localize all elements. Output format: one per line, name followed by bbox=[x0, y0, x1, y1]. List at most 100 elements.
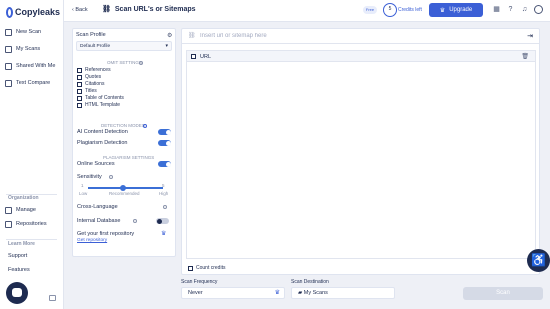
sensitivity-low-label: Low bbox=[79, 191, 88, 196]
help-icon[interactable]: ? bbox=[506, 5, 515, 14]
sidebar-item-label: Text Compare bbox=[16, 80, 51, 86]
scan-frequency-select[interactable]: Never ♛ bbox=[181, 287, 285, 299]
folder-icon bbox=[5, 45, 12, 53]
logo-text: Copyleaks bbox=[14, 7, 60, 17]
info-icon[interactable] bbox=[143, 124, 147, 128]
sidebar-item-label: Manage bbox=[16, 207, 36, 213]
scan-profile-select[interactable]: Default Profile ▾ bbox=[76, 41, 172, 51]
sidebar-item-my-scans[interactable]: My Scans bbox=[5, 44, 40, 54]
scan-destination-select[interactable]: ▰ My Scans bbox=[291, 287, 395, 299]
checkbox[interactable] bbox=[77, 102, 82, 108]
sidebar-item-repositories[interactable]: Repositories bbox=[5, 219, 47, 229]
sidebar-item-manage[interactable]: Manage bbox=[5, 205, 36, 215]
section-learn-more: Learn More bbox=[8, 241, 35, 247]
ai-detection-toggle[interactable] bbox=[158, 129, 171, 135]
import-icon[interactable]: ⇥ bbox=[527, 32, 533, 40]
online-sources-label: Online Sources bbox=[77, 161, 115, 167]
plan-badge: Free bbox=[363, 6, 377, 14]
sidebar-item-label: Features bbox=[8, 267, 30, 273]
crown-icon: ♛ bbox=[274, 290, 280, 296]
gear-icon[interactable]: ⚙ bbox=[167, 32, 172, 39]
info-icon[interactable] bbox=[133, 219, 137, 223]
omit-references-checkbox[interactable]: References bbox=[77, 67, 111, 73]
scan-destination-label: Scan Destination bbox=[291, 279, 329, 285]
sidebar: Copyleaks New Scan My Scans Shared With … bbox=[0, 0, 64, 309]
collapse-sidebar-icon[interactable] bbox=[49, 295, 56, 301]
new-scan-icon bbox=[5, 28, 12, 36]
logo-icon bbox=[6, 6, 13, 18]
credits-label: Credits left bbox=[398, 7, 422, 13]
crown-icon: ♛ bbox=[161, 231, 167, 237]
detection-modes-heading: DETECTION MODES bbox=[101, 123, 145, 128]
header: ‹ Back ⛓ Scan URL's or Sitemaps Free 5 C… bbox=[64, 0, 550, 22]
sidebar-item-features[interactable]: Features bbox=[8, 265, 30, 275]
upgrade-button[interactable]: ♛ Upgrade bbox=[429, 3, 483, 17]
accessibility-icon[interactable]: ♿ bbox=[527, 249, 550, 272]
apps-grid-icon[interactable]: ▦ bbox=[492, 5, 501, 14]
repository-prompt: Get your first repository bbox=[77, 231, 135, 237]
ai-detection-label: AI Content Detection bbox=[77, 129, 128, 135]
omit-titles-checkbox[interactable]: Titles bbox=[77, 88, 97, 94]
sensitivity-high-label: High bbox=[159, 191, 169, 196]
info-icon[interactable] bbox=[109, 175, 113, 179]
sidebar-item-label: Repositories bbox=[16, 221, 47, 227]
checkbox[interactable] bbox=[77, 81, 82, 87]
omit-citations-checkbox[interactable]: Citations bbox=[77, 81, 104, 87]
sidebar-item-label: My Scans bbox=[16, 46, 41, 52]
checkbox[interactable] bbox=[77, 95, 82, 101]
compare-icon bbox=[5, 79, 12, 87]
internal-database-label: Internal Database bbox=[77, 218, 121, 224]
sidebar-item-label: Shared With Me bbox=[16, 63, 56, 69]
url-input[interactable] bbox=[200, 31, 500, 41]
chat-icon[interactable] bbox=[6, 282, 28, 304]
scan-button[interactable]: Scan bbox=[463, 287, 543, 300]
trash-icon[interactable]: 🗑 bbox=[521, 53, 529, 60]
select-all-checkbox[interactable] bbox=[191, 54, 196, 59]
scan-settings-panel: Scan Profile ⚙ Default Profile ▾ OMIT SE… bbox=[72, 28, 176, 257]
url-list-panel: ⛓ ⇥ URL 🗑 Count credits bbox=[181, 28, 540, 275]
omit-settings-heading: OMIT SETTINGS bbox=[107, 60, 142, 65]
manage-icon bbox=[5, 206, 12, 214]
url-table-body bbox=[186, 62, 536, 259]
scan-frequency-label: Scan Frequency bbox=[181, 279, 218, 285]
sidebar-item-text-compare[interactable]: Text Compare bbox=[5, 78, 50, 88]
sidebar-item-new-scan[interactable]: New Scan bbox=[5, 27, 41, 37]
notification-bell-icon[interactable]: ♫ bbox=[520, 5, 529, 14]
checkbox[interactable] bbox=[77, 74, 82, 80]
table-header: URL 🗑 bbox=[186, 50, 536, 62]
sensitivity-label: Sensitivity bbox=[77, 174, 102, 180]
credits-count: 5 bbox=[383, 3, 397, 17]
cross-language-label: Cross-Language bbox=[77, 204, 118, 210]
get-repository-link[interactable]: Get repository bbox=[77, 238, 107, 243]
plagiarism-detection-toggle[interactable] bbox=[158, 140, 171, 146]
sensitivity-min: 1 bbox=[81, 183, 84, 188]
sensitivity-recommended-label: Recommended bbox=[109, 191, 140, 196]
user-avatar-icon[interactable] bbox=[534, 5, 543, 14]
link-icon: ⛓ bbox=[102, 6, 111, 13]
internal-database-toggle[interactable] bbox=[156, 218, 169, 224]
column-url: URL bbox=[200, 53, 212, 60]
checkbox[interactable] bbox=[188, 265, 193, 271]
page-title-group: ⛓ Scan URL's or Sitemaps bbox=[102, 5, 196, 14]
checkbox[interactable] bbox=[77, 88, 82, 94]
scan-profile-label: Scan Profile bbox=[76, 32, 106, 38]
logo[interactable]: Copyleaks bbox=[6, 5, 60, 19]
sensitivity-slider-thumb[interactable] bbox=[120, 184, 126, 191]
plagiarism-detection-label: Plagiarism Detection bbox=[77, 140, 128, 146]
online-sources-toggle[interactable] bbox=[158, 161, 171, 167]
crown-icon: ♛ bbox=[439, 7, 446, 14]
checkbox[interactable] bbox=[77, 67, 82, 73]
back-button[interactable]: ‹ Back bbox=[72, 7, 88, 13]
divider bbox=[6, 239, 57, 240]
omit-quotes-checkbox[interactable]: Quotes bbox=[77, 74, 101, 80]
info-icon[interactable] bbox=[139, 61, 143, 65]
sidebar-item-support[interactable]: Support bbox=[8, 251, 27, 261]
repository-icon bbox=[5, 220, 12, 228]
settings-icon[interactable] bbox=[163, 205, 167, 209]
count-credits-checkbox[interactable]: Count credits bbox=[188, 265, 225, 271]
sidebar-item-shared[interactable]: Shared With Me bbox=[5, 61, 55, 71]
omit-html-template-checkbox[interactable]: HTML Template bbox=[77, 102, 120, 108]
sidebar-item-label: Support bbox=[8, 253, 28, 259]
url-input-bar: ⛓ ⇥ bbox=[182, 29, 539, 44]
omit-toc-checkbox[interactable]: Table of Contents bbox=[77, 95, 124, 101]
